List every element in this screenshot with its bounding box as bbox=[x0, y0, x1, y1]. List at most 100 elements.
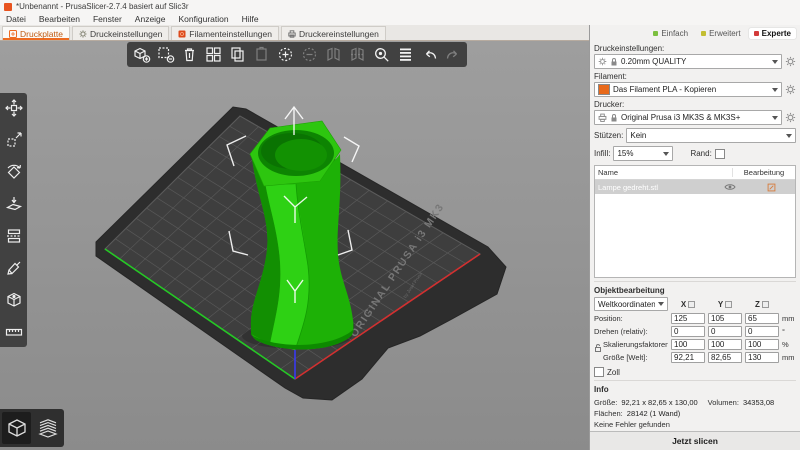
gear-icon bbox=[79, 29, 87, 38]
scale-label: Skalierungsfaktoren: bbox=[603, 340, 668, 349]
position-z-input[interactable] bbox=[745, 313, 779, 324]
rotate-unit: ° bbox=[782, 327, 785, 336]
filament-gear-button[interactable] bbox=[785, 84, 796, 95]
column-bearbeitung: Bearbeitung bbox=[732, 168, 795, 177]
editor-view-button[interactable] bbox=[2, 412, 31, 444]
paste-button[interactable] bbox=[250, 44, 272, 66]
object-list-row[interactable]: Lampe gedreht.stl bbox=[595, 180, 795, 194]
menu-hilfe[interactable]: Hilfe bbox=[242, 14, 259, 24]
edit-icon bbox=[767, 183, 775, 191]
seam-tool-button[interactable] bbox=[3, 289, 25, 311]
rotate-x-input[interactable] bbox=[671, 326, 705, 337]
lock-icon bbox=[611, 113, 617, 121]
remove-instance-button[interactable] bbox=[298, 44, 320, 66]
info-size-row: Größe: 92,21 x 82,65 x 130,00 Volumen: 3… bbox=[594, 398, 796, 407]
scale-x-input[interactable] bbox=[671, 339, 705, 350]
redo-button[interactable] bbox=[442, 44, 464, 66]
measure-icon bbox=[5, 328, 22, 336]
paint-supports-tool-button[interactable] bbox=[3, 257, 25, 279]
filament-select[interactable]: Das Filament PLA - Kopieren bbox=[594, 82, 782, 97]
size-x-input[interactable] bbox=[671, 352, 705, 363]
printer-label: Drucker: bbox=[594, 100, 625, 109]
coordinates-value: Weltkoordinaten bbox=[598, 299, 655, 309]
split-to-parts-icon bbox=[350, 47, 364, 61]
mode-einfach[interactable]: Einfach bbox=[648, 28, 693, 39]
search-icon bbox=[374, 48, 389, 62]
brim-checkbox[interactable] bbox=[714, 148, 725, 159]
scale-z-input[interactable] bbox=[745, 339, 779, 350]
preview-view-button[interactable] bbox=[33, 412, 62, 444]
supports-select[interactable]: Kein bbox=[626, 128, 796, 143]
menu-fenster[interactable]: Fenster bbox=[93, 14, 122, 24]
edit-object-button[interactable] bbox=[747, 183, 795, 192]
cut-tool-button[interactable] bbox=[3, 225, 25, 247]
undo-button[interactable] bbox=[418, 44, 440, 66]
menu-anzeige[interactable]: Anzeige bbox=[135, 14, 166, 24]
remove-instance-icon bbox=[302, 47, 316, 62]
scale-tool-button[interactable] bbox=[3, 129, 25, 151]
3d-editor-view-icon bbox=[7, 419, 26, 437]
gear-icon bbox=[598, 57, 607, 66]
size-y-input[interactable] bbox=[708, 352, 742, 363]
menu-datei[interactable]: Datei bbox=[6, 14, 26, 24]
rotate-tool-button[interactable] bbox=[3, 161, 25, 183]
info-facets-value: 28142 (1 Wand) bbox=[626, 409, 681, 418]
printer-value: Original Prusa i3 MK3S & MK3S+ bbox=[621, 113, 741, 122]
divider bbox=[594, 281, 796, 282]
viewport-3d[interactable]: ORIGINAL PRUSA i3 MK3 by Josef Prusa bbox=[0, 41, 589, 450]
scale-y-input[interactable] bbox=[708, 339, 742, 350]
measure-tool-button[interactable] bbox=[3, 321, 25, 343]
add-instance-button[interactable] bbox=[274, 44, 296, 66]
menu-bearbeiten[interactable]: Bearbeiten bbox=[39, 14, 80, 24]
printer-select[interactable]: Original Prusa i3 MK3S & MK3S+ bbox=[594, 110, 782, 125]
add-object-button[interactable] bbox=[130, 44, 152, 66]
position-unit: mm bbox=[782, 314, 795, 323]
tab-druckeinstellungen[interactable]: Druckeinstellungen bbox=[72, 26, 170, 40]
size-z-input[interactable] bbox=[745, 352, 779, 363]
split-to-parts-button[interactable] bbox=[346, 44, 368, 66]
place-on-face-icon bbox=[5, 197, 22, 211]
arrange-button[interactable] bbox=[202, 44, 224, 66]
coordinates-select[interactable]: Weltkoordinaten bbox=[594, 297, 668, 311]
print-settings-select[interactable]: 0.20mm QUALITY bbox=[594, 54, 782, 69]
view-toggle bbox=[0, 409, 64, 447]
mode-experte[interactable]: Experte bbox=[748, 28, 796, 39]
tab-druckereinstellungen[interactable]: Druckereinstellungen bbox=[281, 26, 386, 40]
variable-layer-height-button[interactable] bbox=[394, 44, 416, 66]
infill-select[interactable]: 15% bbox=[613, 146, 674, 161]
arrange-icon bbox=[205, 47, 221, 62]
print-settings-gear-button[interactable] bbox=[785, 56, 796, 67]
info-size-value: 92,21 x 82,65 x 130,00 bbox=[621, 398, 698, 407]
slice-now-button[interactable]: Jetzt slicen bbox=[590, 431, 800, 450]
position-x-input[interactable] bbox=[671, 313, 705, 324]
tab-filamenteinstellungen[interactable]: Filamenteinstellungen bbox=[171, 26, 279, 40]
rotate-z-input[interactable] bbox=[745, 326, 779, 337]
tab-druckplatte[interactable]: Druckplatte bbox=[2, 26, 70, 40]
mode-bar: Einfach Erweitert Experte bbox=[590, 25, 800, 40]
move-tool-button[interactable] bbox=[3, 97, 25, 119]
place-on-face-tool-button[interactable] bbox=[3, 193, 25, 215]
info-volume-label: Volumen: bbox=[707, 398, 739, 407]
scale-unit: % bbox=[782, 340, 789, 349]
printer-gear-button[interactable] bbox=[785, 112, 796, 123]
delete-object-button[interactable] bbox=[154, 44, 176, 66]
position-y-input[interactable] bbox=[708, 313, 742, 324]
object-name: Lampe gedreht.stl bbox=[598, 182, 659, 192]
mode-advanced-dot bbox=[701, 31, 707, 36]
inches-checkbox[interactable] bbox=[594, 367, 604, 377]
visibility-toggle[interactable] bbox=[713, 183, 747, 191]
rotate-y-input[interactable] bbox=[708, 326, 742, 337]
printer-icon bbox=[288, 29, 296, 38]
search-button[interactable] bbox=[370, 44, 392, 66]
mode-erweitert[interactable]: Erweitert bbox=[696, 28, 746, 39]
uniform-scale-lock-icon[interactable] bbox=[594, 343, 602, 353]
copy-button[interactable] bbox=[226, 44, 248, 66]
app-icon bbox=[4, 2, 12, 11]
info-volume-value: 34353,08 bbox=[742, 398, 775, 407]
axis-header-z: Z bbox=[745, 300, 779, 309]
split-to-objects-button[interactable] bbox=[322, 44, 344, 66]
delete-object-icon bbox=[157, 47, 174, 63]
filament-color-swatch bbox=[598, 84, 610, 95]
menu-konfiguration[interactable]: Konfiguration bbox=[179, 14, 229, 24]
delete-all-button[interactable] bbox=[178, 44, 200, 66]
